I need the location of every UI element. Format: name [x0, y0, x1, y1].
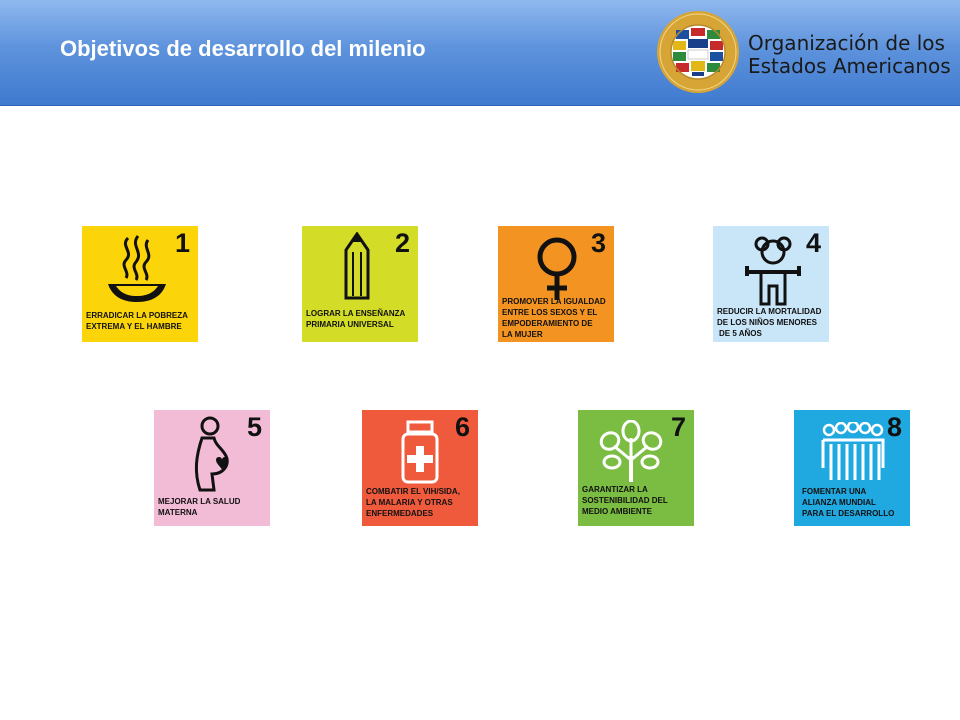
pencil-icon [344, 232, 370, 300]
goal-number: 2 [394, 228, 410, 258]
goal-label-line: ENFERMEDADES [366, 509, 434, 518]
goal-label-line: PARA EL DESARROLLO [802, 509, 895, 518]
goal-tile-7: 7 GARANTIZAR LA SOSTENIBILIDAD DEL MEDIO… [578, 410, 694, 526]
goal-number: 1 [174, 228, 190, 258]
goal-label: GARANTIZAR LA SOSTENIBILIDAD DEL MEDIO A… [582, 484, 692, 517]
goal-number: 8 [886, 412, 902, 442]
header-bar: Objetivos de desarrollo del milenio Orga… [0, 0, 960, 106]
goal-tile-8: 8 FOMENTAR UNA ALIANZA MUNDIAL PARA EL D… [794, 410, 910, 526]
org-name: Organización de los Estados Americanos [748, 32, 951, 78]
goal-label-line: FOMENTAR UNA [802, 487, 867, 496]
oas-seal-logo [657, 11, 739, 93]
people-group-icon [821, 422, 885, 480]
goal-label-line: ENTRE LOS SEXOS Y EL [502, 308, 598, 317]
goal-label-line: LA MALARIA Y OTRAS [366, 498, 453, 507]
goal-tile-3: 3 PROMOVER LA IGUALDAD ENTRE LOS SEXOS Y… [498, 226, 614, 342]
org-name-line1: Organización de los [748, 31, 945, 55]
child-icon [745, 236, 801, 306]
goal-label-line: LOGRAR LA ENSEÑANZA [306, 309, 406, 318]
goal-label-line: MEJORAR LA SALUD [158, 497, 241, 506]
female-symbol-icon [537, 237, 577, 300]
goal-label: FOMENTAR UNA ALIANZA MUNDIAL PARA EL DES… [802, 486, 908, 519]
goal-label-line: SOSTENIBILIDAD DEL [582, 496, 668, 505]
goal-tile-1: 1 ERRADICAR LA POBREZA EXTREMA Y EL HAMB… [82, 226, 198, 342]
goal-label-line: ERRADICAR LA POBREZA [86, 311, 188, 320]
goal-label: MEJORAR LA SALUD MATERNA [158, 496, 268, 518]
soup-bowl-icon [108, 235, 166, 302]
goal-tile-4: 4 REDUCIR LA MORTALIDAD DE LOS NIÑOS MEN… [713, 226, 829, 342]
goal-label: ERRADICAR LA POBREZA EXTREMA Y EL HAMBRE [86, 310, 196, 332]
org-name-line2: Estados Americanos [748, 54, 951, 78]
goal-tile-5: 5 MEJORAR LA SALUD MATERNA [154, 410, 270, 526]
goal-label-line: EXTREMA Y EL HAMBRE [86, 322, 182, 331]
goal-label-line: DE 5 AÑOS [719, 329, 762, 338]
goal-tile-6: 6 COMBATIR EL VIH/SIDA, LA MALARIA Y OTR… [362, 410, 478, 526]
goal-number: 4 [805, 228, 821, 258]
goal-label-line: MATERNA [158, 508, 198, 517]
goal-label-line: MEDIO AMBIENTE [582, 507, 652, 516]
goal-label-line: PRIMARIA UNIVERSAL [306, 320, 394, 329]
goal-label: COMBATIR EL VIH/SIDA, LA MALARIA Y OTRAS… [366, 486, 476, 519]
tree-icon [599, 420, 663, 482]
goal-number: 5 [246, 412, 262, 442]
goal-label-line: LA MUJER [502, 330, 543, 339]
goal-number: 6 [454, 412, 470, 442]
goal-label-line: DE LOS NIÑOS MENORES [717, 318, 818, 327]
goal-label-line: EMPODERAMIENTO DE [502, 319, 593, 328]
goal-label: PROMOVER LA IGUALDAD ENTRE LOS SEXOS Y E… [502, 296, 612, 340]
goal-tile-2: 2 LOGRAR LA ENSEÑANZA PRIMARIA UNIVERSAL [302, 226, 418, 342]
goal-label-line: REDUCIR LA MORTALIDAD [717, 307, 822, 316]
medicine-bottle-icon [401, 420, 439, 484]
pregnant-woman-icon [194, 416, 229, 492]
goal-number: 3 [590, 228, 606, 258]
goal-label: REDUCIR LA MORTALIDAD DE LOS NIÑOS MENOR… [717, 306, 827, 339]
goal-label-line: ALIANZA MUNDIAL [802, 498, 876, 507]
page-title: Objetivos de desarrollo del milenio [60, 36, 426, 61]
goal-number: 7 [670, 412, 686, 442]
goal-label-line: GARANTIZAR LA [582, 485, 648, 494]
goal-label: LOGRAR LA ENSEÑANZA PRIMARIA UNIVERSAL [306, 308, 416, 330]
goal-label-line: PROMOVER LA IGUALDAD [502, 297, 606, 306]
goal-label-line: COMBATIR EL VIH/SIDA, [366, 487, 460, 496]
